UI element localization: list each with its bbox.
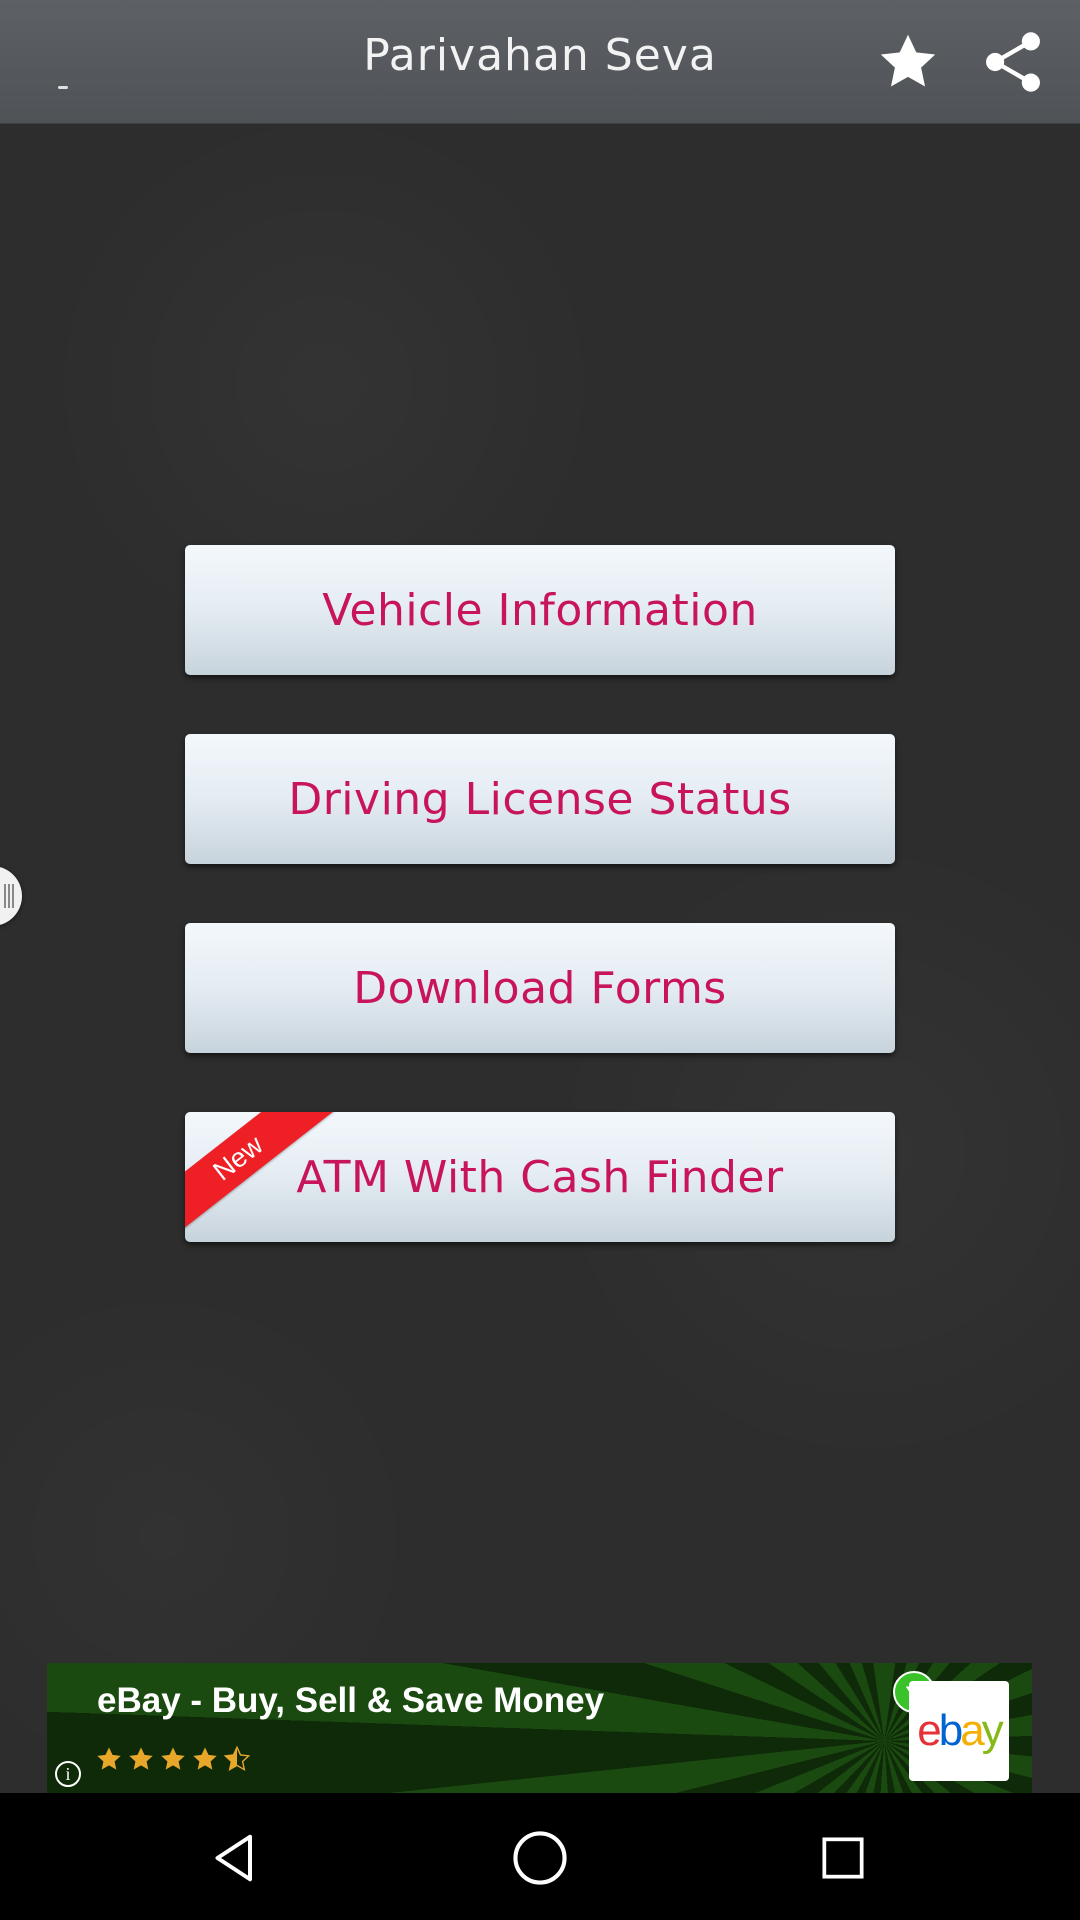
nav-indicator [58,86,68,89]
rating-stars [95,1745,251,1773]
share-button[interactable] [975,24,1051,100]
vehicle-information-button[interactable]: Vehicle Information [185,545,895,675]
button-label: Vehicle Information [322,584,758,636]
half-star-icon [223,1745,251,1772]
atm-cash-finder-button[interactable]: New ATM With Cash Finder [185,1112,895,1242]
favorite-button[interactable] [870,24,946,100]
button-label: Driving License Status [288,773,792,825]
home-button[interactable] [495,1813,585,1903]
ebay-logo[interactable]: ebay [909,1681,1009,1781]
top-app-bar: Parivahan Seva [0,0,1080,124]
button-label: ATM With Cash Finder [296,1151,784,1203]
drag-handle-icon [4,884,14,908]
driving-license-status-button[interactable]: Driving License Status [185,734,895,864]
drawer-handle[interactable] [0,866,22,926]
ad-info-icon[interactable]: i [55,1761,81,1787]
recent-apps-button[interactable] [798,1813,888,1903]
back-triangle-icon [215,1834,252,1882]
star-icon [129,1747,153,1770]
app-screen: Parivahan Seva Vehicle Information Drivi… [0,0,1080,1920]
star-icon [97,1747,121,1770]
recent-square-icon [822,1837,864,1879]
back-button[interactable] [190,1813,280,1903]
star-icon [880,34,936,87]
button-label: Download Forms [353,962,727,1014]
ad-title: eBay - Buy, Sell & Save Money [97,1681,605,1720]
share-icon [986,32,1040,92]
ad-banner[interactable]: eBay - Buy, Sell & Save Money i ebay [47,1663,1032,1793]
star-icon [161,1747,185,1770]
home-circle-icon [513,1831,567,1885]
star-icon [193,1747,217,1770]
system-nav-bar [0,1793,1080,1920]
download-forms-button[interactable]: Download Forms [185,923,895,1053]
